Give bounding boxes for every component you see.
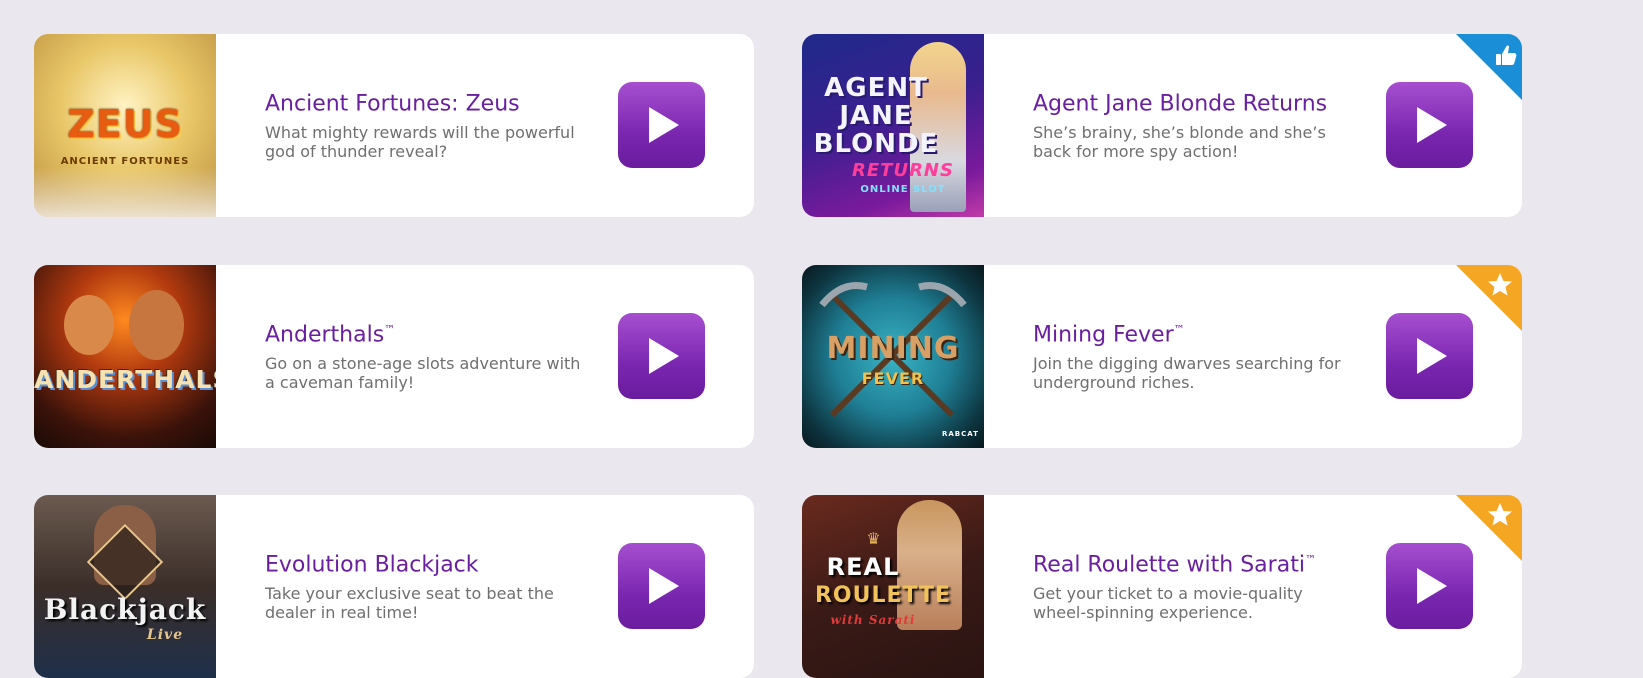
game-card-zeus[interactable]: ZEUS ANCIENT FORTUNES Ancient Fortunes: … [34,34,754,217]
game-title[interactable]: Mining Fever™ [1033,317,1353,348]
thumbnail-logo-text: AGENT JANE BLONDE [813,73,939,159]
game-title[interactable]: Agent Jane Blonde Returns [1033,86,1353,117]
game-card-mining-fever[interactable]: MINING FEVER RABCAT Mining Fever™ Join t… [802,265,1522,448]
clouds-decoration [34,167,216,217]
thumbnail-logo-text: ANDERTHALS [34,365,216,394]
game-thumbnail[interactable]: AGENT JANE BLONDE RETURNS ONLINE SLOT [802,34,984,217]
game-card-evolution-blackjack[interactable]: Blackjack Live Evolution Blackjack Take … [34,495,754,678]
game-thumbnail[interactable]: ANDERTHALS [34,265,216,448]
thumbnail-logo-subtext: FEVER [861,369,925,388]
game-title[interactable]: Anderthals™ [265,317,585,348]
caveman-figure [64,295,114,355]
game-description: Join the digging dwarves searching for u… [1033,354,1341,393]
thumbnail-logo-text: Blackjack [43,593,207,626]
ribbon-background [1456,265,1522,331]
ribbon-background [1456,34,1522,100]
cavewoman-figure [129,290,184,360]
game-info: Anderthals™ Go on a stone-age slots adve… [265,317,585,392]
play-button[interactable] [618,313,705,399]
game-title[interactable]: Evolution Blackjack [265,547,585,578]
game-thumbnail[interactable]: MINING FEVER RABCAT [802,265,984,448]
game-info: Mining Fever™ Join the digging dwarves s… [1033,317,1353,392]
game-card-anderthals[interactable]: ANDERTHALS Anderthals™ Go on a stone-age… [34,265,754,448]
thumbnail-logo-subtext: ROULETTE [814,583,952,608]
thumbnail-logo-subtext: RETURNS [852,160,954,181]
game-thumbnail[interactable]: ZEUS ANCIENT FORTUNES [34,34,216,217]
game-description: Take your exclusive seat to beat the dea… [265,584,554,623]
game-description: Get your ticket to a movie-quality wheel… [1033,584,1303,623]
ribbon-background [1456,495,1522,561]
game-title[interactable]: Ancient Fortunes: Zeus [265,86,585,117]
game-grid: ZEUS ANCIENT FORTUNES Ancient Fortunes: … [0,0,1643,678]
game-info: Agent Jane Blonde Returns She’s brainy, … [1033,86,1353,161]
thumbnail-caption: with Sarati [830,613,916,627]
thumbnail-logo-subtext: ANCIENT FORTUNES [60,156,190,167]
crown-icon: ♛ [866,529,882,548]
game-thumbnail[interactable]: Blackjack Live [34,495,216,678]
thumbnail-logo-text: MINING [826,331,960,366]
game-title[interactable]: Real Roulette with Sarati™ [1033,547,1353,578]
play-button[interactable] [618,82,705,168]
game-info: Real Roulette with Sarati™ Get your tick… [1033,547,1353,622]
game-description: What mighty rewards will the powerful go… [265,123,575,162]
thumbnail-logo-subtext: Live [146,627,184,643]
play-icon [649,107,679,143]
game-card-real-roulette[interactable]: ♛ REAL ROULETTE with Sarati Real Roulett… [802,495,1522,678]
thumbnail-logo-text: ZEUS [67,102,183,146]
play-icon [649,338,679,374]
game-info: Ancient Fortunes: Zeus What mighty rewar… [265,86,585,161]
play-button[interactable] [618,543,705,629]
play-icon [649,568,679,604]
featured-ribbon [1456,265,1522,331]
thumbnail-caption: ONLINE SLOT [860,184,946,195]
game-card-agent-jane-blonde[interactable]: AGENT JANE BLONDE RETURNS ONLINE SLOT Ag… [802,34,1522,217]
rabcat-logo: RABCAT [942,430,979,438]
thumbnail-logo-text: REAL [826,553,900,581]
game-description: Go on a stone-age slots adventure with a… [265,354,581,393]
featured-ribbon [1456,495,1522,561]
recommended-ribbon [1456,34,1522,100]
game-info: Evolution Blackjack Take your exclusive … [265,547,585,622]
game-thumbnail[interactable]: ♛ REAL ROULETTE with Sarati [802,495,984,678]
game-description: She’s brainy, she’s blonde and she’s bac… [1033,123,1326,162]
